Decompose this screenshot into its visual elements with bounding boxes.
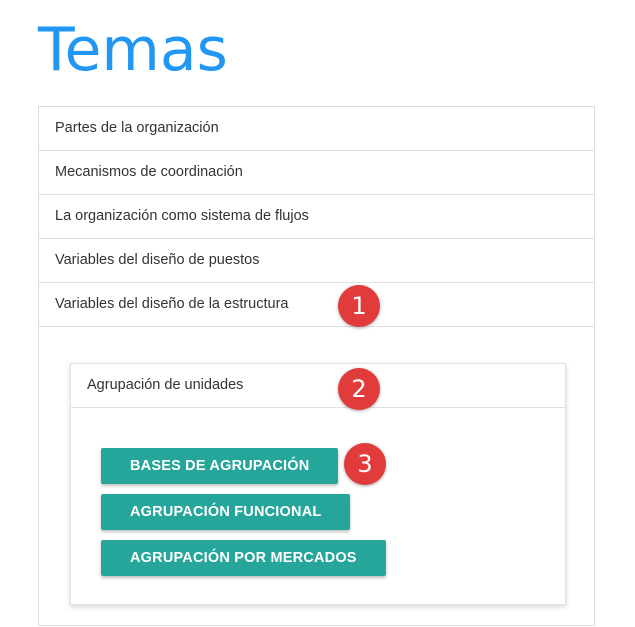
step-marker-3: 3 (344, 443, 386, 485)
topic-sistema-flujos[interactable]: La organización como sistema de flujos (39, 195, 594, 239)
agrupacion-mercados-button[interactable]: Agrupación por mercados (101, 540, 386, 576)
topic-list: Partes de la organización Mecanismos de … (38, 106, 595, 626)
subsection-header-agrupacion-unidades[interactable]: Agrupación de unidades (71, 364, 565, 408)
topic-diseno-puestos[interactable]: Variables del diseño de puestos (39, 239, 594, 283)
topic-mecanismos-coordinacion[interactable]: Mecanismos de coordinación (39, 151, 594, 195)
page-title: Temas (38, 15, 228, 85)
topic-partes-organizacion[interactable]: Partes de la organización (39, 107, 594, 151)
bases-agrupacion-button[interactable]: Bases de agrupación (101, 448, 339, 484)
topic-diseno-estructura-body: Agrupación de unidades Bases de agrupaci… (39, 327, 594, 627)
agrupacion-funcional-button[interactable]: Agrupación funcional (101, 494, 351, 530)
step-marker-1: 1 (338, 285, 380, 327)
step-marker-2: 2 (338, 368, 380, 410)
topic-diseno-estructura[interactable]: Variables del diseño de la estructura (39, 283, 594, 327)
subsection-panel: Agrupación de unidades Bases de agrupaci… (70, 363, 566, 605)
